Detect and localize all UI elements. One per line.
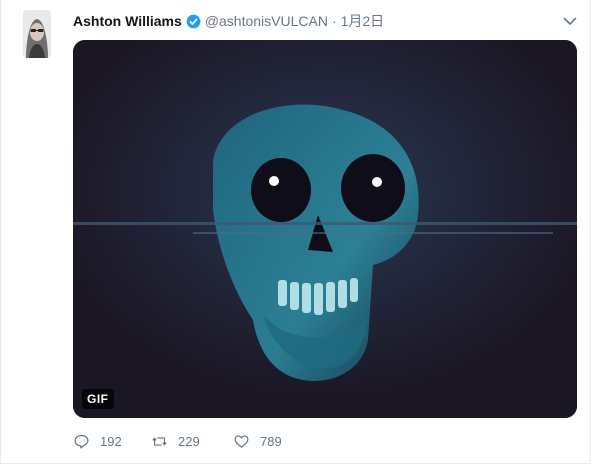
skull-image — [73, 40, 577, 418]
tweet-card[interactable]: Ashton Williams @ashtonisVULCAN · 1月2日 G… — [0, 0, 591, 464]
reply-button[interactable]: 192 — [73, 433, 151, 450]
tweet-actions: 192 229 789 — [73, 430, 313, 452]
heart-icon — [234, 434, 249, 448]
like-count: 789 — [260, 433, 282, 449]
timestamp[interactable]: 1月2日 — [341, 11, 385, 31]
separator: · — [331, 13, 337, 29]
author-name[interactable]: Ashton Williams — [73, 13, 182, 29]
retweet-icon — [152, 436, 167, 446]
avatar-image — [23, 10, 51, 58]
tweet-header: Ashton Williams @ashtonisVULCAN · 1月2日 — [73, 11, 578, 31]
like-button[interactable]: 789 — [233, 433, 313, 450]
retweet-button[interactable]: 229 — [151, 433, 233, 450]
verified-badge-icon — [186, 14, 201, 28]
gif-badge: GIF — [82, 389, 114, 409]
media-gif[interactable]: GIF — [73, 40, 577, 418]
reply-icon — [74, 434, 89, 448]
avatar[interactable] — [23, 10, 51, 58]
reply-count: 192 — [100, 433, 122, 449]
author-handle[interactable]: @ashtonisVULCAN — [205, 13, 328, 29]
retweet-count: 229 — [178, 433, 200, 449]
chevron-down-icon[interactable] — [562, 13, 578, 29]
